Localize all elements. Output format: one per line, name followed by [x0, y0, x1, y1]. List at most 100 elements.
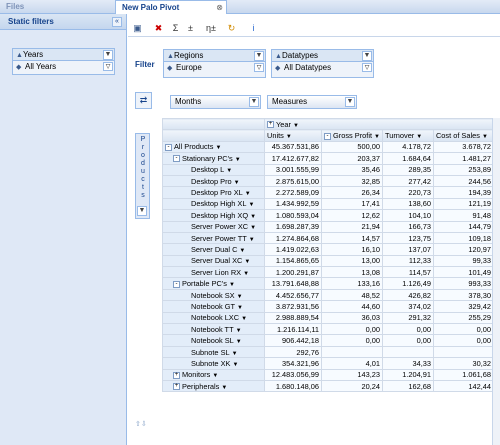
collapse-icon[interactable]: - — [165, 144, 172, 152]
chevron-down-icon[interactable]: ▼ — [250, 225, 256, 231]
months-dimension[interactable]: Months ▼ — [170, 95, 261, 109]
expand-collapse-arrows-icon[interactable]: ⇧⇩ — [135, 420, 147, 428]
chevron-down-icon[interactable]: ▼ — [374, 134, 380, 140]
swap-axes-icon[interactable]: ⇄ — [135, 92, 152, 109]
info-icon[interactable]: i — [248, 23, 259, 34]
funnel-icon[interactable]: ▼ — [103, 50, 113, 60]
row-label[interactable]: - All Products ▼ — [162, 140, 265, 154]
value-cell: 17,41 — [321, 197, 383, 211]
row-label[interactable]: Notebook SL ▼ — [162, 334, 265, 347]
expand-icon[interactable]: + — [267, 121, 274, 129]
funnel-icon[interactable]: ▼ — [362, 51, 372, 61]
chevron-down-icon[interactable]: ▼ — [239, 248, 245, 254]
chevron-down-icon[interactable]: ▼ — [226, 168, 232, 174]
value-cell: 36,03 — [321, 311, 383, 325]
tab-files[interactable]: Files — [0, 0, 115, 14]
row-label[interactable]: Desktop High XQ ▼ — [162, 209, 265, 222]
funnel-icon[interactable]: ▼ — [249, 97, 259, 107]
close-icon[interactable]: ⊗ — [216, 1, 223, 14]
row-label[interactable]: - Portable PC's ▼ — [162, 277, 265, 290]
filter-value[interactable]: ◆ All Years ▽ — [13, 61, 114, 73]
dropdown-icon[interactable]: ▽ — [103, 62, 113, 71]
row-label[interactable]: Desktop Pro ▼ — [162, 174, 265, 188]
tab-new-palo-pivot[interactable]: New Palo Pivot ⊗ — [115, 0, 227, 14]
chevron-down-icon[interactable]: ▼ — [286, 134, 292, 140]
row-label[interactable]: Desktop High XL ▼ — [162, 197, 265, 211]
row-label[interactable]: Desktop Pro XL ▼ — [162, 186, 265, 199]
measures-dimension[interactable]: Measures ▼ — [267, 95, 357, 109]
subtotal-icon[interactable]: ± — [185, 23, 196, 34]
row-label[interactable]: + Monitors ▼ — [162, 368, 265, 382]
row-label[interactable]: - Stationary PC's ▼ — [162, 152, 265, 165]
chevron-down-icon[interactable]: ▼ — [416, 134, 422, 140]
expand-icon[interactable]: + — [173, 371, 180, 379]
value-cell: 0,00 — [321, 323, 383, 336]
row-label[interactable]: Subnote XK ▼ — [162, 357, 265, 370]
chevron-down-icon[interactable]: ▼ — [244, 259, 250, 265]
chevron-down-icon[interactable]: ▼ — [235, 157, 241, 163]
chevron-down-icon[interactable]: ▼ — [232, 362, 238, 368]
row-label[interactable]: Notebook LXC ▼ — [162, 311, 265, 325]
chevron-down-icon[interactable]: ▼ — [245, 191, 251, 197]
funnel-icon[interactable]: ▼ — [137, 206, 147, 216]
row-label[interactable]: + Peripherals ▼ — [162, 379, 265, 393]
chevron-down-icon[interactable]: ▼ — [243, 271, 249, 277]
chevron-down-icon[interactable]: ▼ — [249, 237, 255, 243]
value-cell: 378,30 — [432, 288, 494, 302]
row-label[interactable]: Server Dual XC ▼ — [162, 254, 265, 268]
collapse-icon[interactable]: - — [173, 280, 180, 288]
chevron-down-icon[interactable]: ▼ — [482, 134, 488, 140]
chevron-down-icon[interactable]: ▼ — [237, 294, 243, 300]
products-dimension[interactable]: Products ▼ — [135, 133, 150, 219]
measure-header[interactable]: - Gross Profit ▼ — [321, 129, 383, 142]
chevron-down-icon[interactable]: ▼ — [241, 316, 247, 322]
filter-value[interactable]: ◆ Europe ▽ — [164, 62, 265, 74]
refresh-icon[interactable]: ↻ — [226, 23, 237, 34]
chevron-down-icon[interactable]: ▼ — [236, 339, 242, 345]
measure-header[interactable]: Cost of Sales ▼ — [432, 129, 494, 142]
row-label[interactable]: Notebook TT ▼ — [162, 323, 265, 336]
eta-icon[interactable]: η± — [203, 23, 219, 34]
value-cell: 1.061,68 — [432, 368, 494, 382]
regions-filter[interactable]: ▲ Regions ▼ ◆ Europe ▽ — [163, 49, 266, 78]
row-label[interactable]: Server Power TT ▼ — [162, 231, 265, 245]
collapse-icon[interactable]: « — [112, 17, 122, 27]
no-filter-icon[interactable]: ✖ — [153, 23, 164, 34]
row-label[interactable]: Notebook SX ▼ — [162, 288, 265, 302]
row-label[interactable]: Subnote SL ▼ — [162, 345, 265, 359]
chevron-down-icon[interactable]: ▼ — [229, 282, 235, 288]
chevron-down-icon[interactable]: ▼ — [250, 214, 256, 220]
chevron-down-icon[interactable]: ▼ — [234, 180, 240, 186]
scrollbar[interactable] — [492, 118, 500, 445]
row-label[interactable]: Server Lion RX ▼ — [162, 266, 265, 279]
datatypes-filter[interactable]: ▲ Datatypes ▼ ◆ All Datatypes ▽ — [271, 49, 374, 78]
chevron-down-icon[interactable]: ▼ — [212, 373, 218, 379]
value-cell: 1.698.287,39 — [264, 220, 322, 233]
chevron-down-icon[interactable]: ▼ — [248, 202, 254, 208]
collapse-icon[interactable]: - — [173, 155, 180, 163]
value-cell: 277,42 — [381, 174, 434, 188]
funnel-icon[interactable]: ▼ — [345, 97, 355, 107]
row-label[interactable]: Desktop L ▼ — [162, 163, 265, 176]
dropdown-icon[interactable]: ▽ — [254, 63, 264, 72]
chevron-down-icon[interactable]: ▼ — [215, 145, 221, 151]
chevron-down-icon[interactable]: ▼ — [236, 328, 242, 334]
save-icon[interactable]: ▣ — [132, 23, 143, 34]
sum-icon[interactable]: Σ — [170, 23, 181, 34]
row-label[interactable]: Server Power XC ▼ — [162, 220, 265, 233]
year-column-header[interactable]: + Year ▼ — [264, 118, 494, 131]
dropdown-icon[interactable]: ▽ — [362, 63, 372, 72]
measure-header[interactable]: Units ▼ — [264, 129, 322, 142]
collapse-icon[interactable]: - — [324, 132, 331, 140]
row-label[interactable]: Notebook GT ▼ — [162, 300, 265, 313]
chevron-down-icon[interactable]: ▼ — [237, 305, 243, 311]
chevron-down-icon[interactable]: ▼ — [221, 385, 227, 391]
measure-header[interactable]: Turnover ▼ — [381, 129, 434, 142]
years-filter[interactable]: ▲ Years ▼ ◆ All Years ▽ — [12, 48, 115, 75]
funnel-icon[interactable]: ▼ — [254, 51, 264, 61]
filter-value[interactable]: ◆ All Datatypes ▽ — [272, 62, 373, 74]
row-label[interactable]: Server Dual C ▼ — [162, 243, 265, 256]
expand-icon[interactable]: + — [173, 383, 180, 391]
chevron-down-icon[interactable]: ▼ — [232, 351, 238, 357]
chevron-down-icon[interactable]: ▼ — [293, 123, 299, 129]
